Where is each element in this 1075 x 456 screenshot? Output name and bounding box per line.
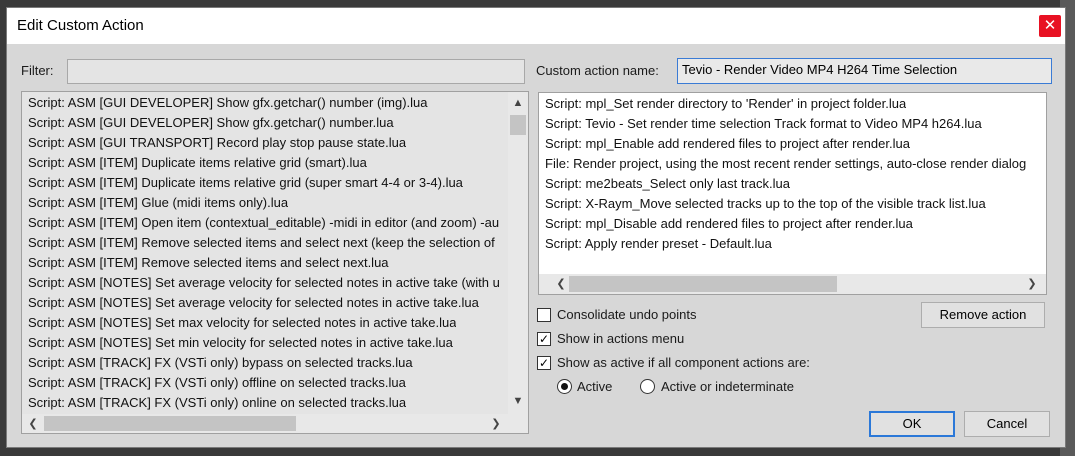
- list-item[interactable]: Script: ASM [NOTES] Set average velocity…: [28, 293, 479, 313]
- filter-label: Filter:: [21, 63, 54, 78]
- title-bar: Edit Custom Action ✕: [7, 8, 1065, 44]
- list-item[interactable]: Script: ASM [GUI DEVELOPER] Show gfx.get…: [28, 113, 394, 133]
- scroll-right-icon[interactable]: ❯: [1024, 276, 1040, 292]
- consolidate-undo-checkbox[interactable]: [537, 308, 551, 322]
- show-in-menu-label: Show in actions menu: [557, 331, 685, 346]
- scroll-down-icon[interactable]: ▼: [510, 393, 526, 409]
- custom-action-name-input[interactable]: Tevio - Render Video MP4 H264 Time Selec…: [677, 58, 1052, 84]
- show-in-menu-checkbox[interactable]: ✓: [537, 332, 551, 346]
- list-item[interactable]: Script: mpl_Disable add rendered files t…: [545, 214, 913, 234]
- show-as-active-label: Show as active if all component actions …: [557, 355, 810, 370]
- list-item[interactable]: Script: X-Raym_Move selected tracks up t…: [545, 194, 986, 214]
- scroll-left-icon[interactable]: ❮: [25, 416, 41, 432]
- list-item[interactable]: Script: ASM [NOTES] Set min velocity for…: [28, 333, 453, 353]
- custom-action-list-hscrollbar[interactable]: ❮ ❯: [539, 274, 1046, 294]
- list-item[interactable]: Script: mpl_Enable add rendered files to…: [545, 134, 910, 154]
- edit-custom-action-dialog: Edit Custom Action ✕ Filter: Custom acti…: [6, 7, 1066, 448]
- list-item[interactable]: Script: ASM [ITEM] Duplicate items relat…: [28, 173, 463, 193]
- radio-active-label: Active: [577, 379, 613, 394]
- ok-button[interactable]: OK: [869, 411, 955, 437]
- scroll-up-icon[interactable]: ▲: [510, 95, 526, 111]
- list-item[interactable]: File: Render project, using the most rec…: [545, 154, 1026, 174]
- list-item[interactable]: Script: ASM [TRACK] FX (VSTi only) onlin…: [28, 393, 406, 413]
- list-item[interactable]: Script: ASM [ITEM] Duplicate items relat…: [28, 153, 367, 173]
- list-item[interactable]: Script: ASM [GUI DEVELOPER] Show gfx.get…: [28, 93, 428, 113]
- radio-selected-dot: [561, 383, 568, 390]
- hscroll-thumb[interactable]: [569, 276, 837, 292]
- dialog-title: Edit Custom Action: [17, 17, 144, 34]
- hscroll-thumb[interactable]: [44, 416, 296, 431]
- check-icon: ✓: [538, 356, 550, 370]
- list-item[interactable]: Script: Apply render preset - Default.lu…: [545, 234, 772, 254]
- actions-list-vscrollbar[interactable]: ▲ ▼: [508, 92, 528, 414]
- list-item[interactable]: Script: ASM [ITEM] Open item (contextual…: [28, 213, 499, 233]
- scroll-right-icon[interactable]: ❯: [488, 416, 504, 432]
- list-item[interactable]: Script: me2beats_Select only last track.…: [545, 174, 790, 194]
- cancel-button[interactable]: Cancel: [964, 411, 1050, 437]
- actions-list-hscrollbar[interactable]: ❮ ❯: [22, 414, 528, 433]
- list-item[interactable]: Script: ASM [ITEM] Remove selected items…: [28, 253, 389, 273]
- list-item[interactable]: Script: ASM [NOTES] Set max velocity for…: [28, 313, 456, 333]
- list-item[interactable]: Script: mpl_Set render directory to 'Ren…: [545, 94, 906, 114]
- check-icon: ✓: [538, 332, 550, 346]
- filter-input[interactable]: [67, 59, 525, 84]
- list-item[interactable]: Script: ASM [GUI TRANSPORT] Record play …: [28, 133, 406, 153]
- custom-action-list[interactable]: Script: mpl_Set render directory to 'Ren…: [538, 92, 1047, 295]
- list-item[interactable]: Script: ASM [NOTES] Set average velocity…: [28, 273, 500, 293]
- vscroll-thumb[interactable]: [510, 115, 526, 135]
- list-item[interactable]: Script: ASM [ITEM] Glue (midi items only…: [28, 193, 288, 213]
- list-item[interactable]: Script: Tevio - Set render time selectio…: [545, 114, 982, 134]
- radio-indeterminate-label: Active or indeterminate: [661, 379, 794, 394]
- actions-list[interactable]: Script: ASM [GUI DEVELOPER] Show gfx.get…: [21, 91, 529, 434]
- radio-active-or-indeterminate[interactable]: [640, 379, 655, 394]
- list-item[interactable]: Script: ASM [TRACK] FX (VSTi only) bypas…: [28, 353, 413, 373]
- list-item[interactable]: Script: ASM [TRACK] FX (VSTi only) offli…: [28, 373, 406, 393]
- radio-active[interactable]: [557, 379, 572, 394]
- consolidate-undo-label: Consolidate undo points: [557, 307, 697, 322]
- show-as-active-checkbox[interactable]: ✓: [537, 356, 551, 370]
- close-button[interactable]: ✕: [1039, 15, 1061, 37]
- remove-action-button[interactable]: Remove action: [921, 302, 1045, 328]
- custom-action-name-label: Custom action name:: [536, 63, 659, 78]
- list-item[interactable]: Script: ASM [ITEM] Remove selected items…: [28, 233, 495, 253]
- close-icon: ✕: [1043, 17, 1057, 34]
- scroll-left-icon[interactable]: ❮: [553, 276, 569, 292]
